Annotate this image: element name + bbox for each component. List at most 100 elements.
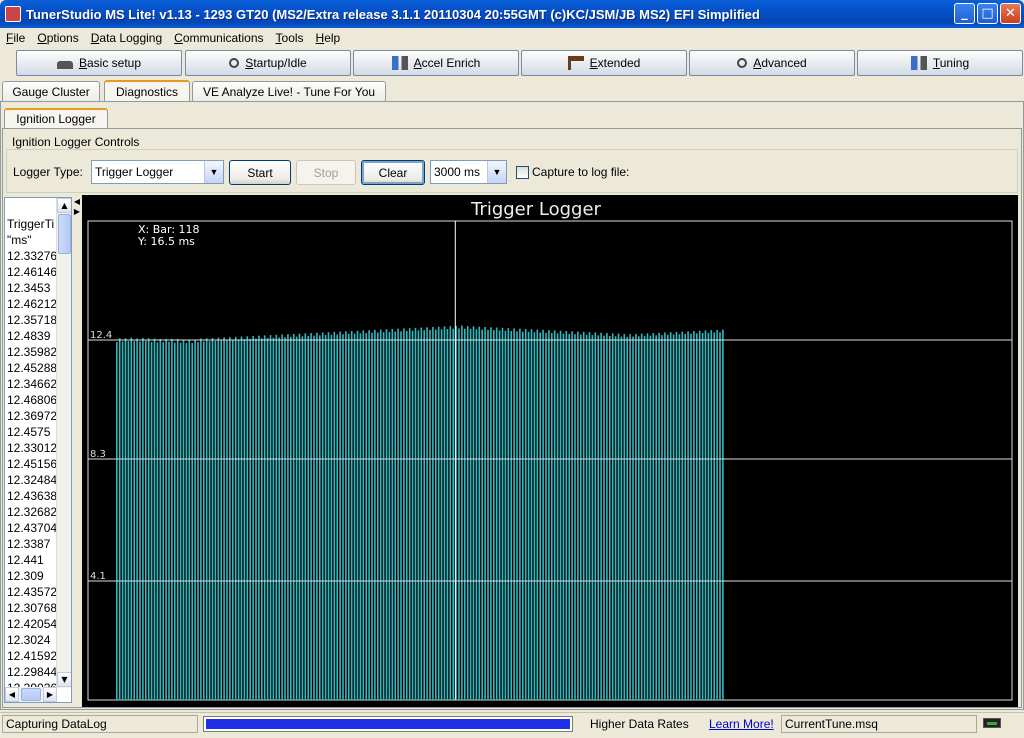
chart-bar	[379, 329, 382, 700]
menu-communications[interactable]: Communications	[168, 31, 269, 45]
menu-file[interactable]: File	[0, 31, 31, 45]
data-rates-text: Higher Data Rates	[590, 717, 689, 731]
logger-type-select[interactable]: Trigger Logger ▼	[91, 160, 224, 184]
horizontal-scrollbar[interactable]: ◀ ▶	[5, 687, 57, 702]
scroll-right-icon[interactable]: ▶	[43, 687, 57, 702]
log-value-row: 12.46146	[7, 265, 57, 279]
chart-bar	[542, 329, 544, 700]
extended-button[interactable]: Extended	[521, 50, 687, 76]
chart-bar	[272, 337, 275, 700]
duration-value: 3000 ms	[434, 165, 481, 179]
log-value-row: 12.3387	[7, 537, 51, 551]
minimize-button[interactable]: _	[954, 3, 975, 24]
log-value-row: 12.441	[7, 553, 44, 567]
chart-bar	[603, 335, 605, 700]
chart-bar	[611, 333, 614, 700]
chart-bar	[321, 332, 324, 700]
advanced-button[interactable]: Advanced	[689, 50, 855, 76]
menu-data-logging[interactable]: Data Logging	[85, 31, 168, 45]
chart-bar	[553, 330, 556, 700]
chart-bar	[556, 333, 559, 700]
chart-bar	[130, 337, 133, 700]
tuning-button[interactable]: Tuning	[857, 50, 1023, 76]
chart-bar	[649, 335, 652, 700]
chart-bar	[229, 337, 231, 700]
maximize-button[interactable]: □	[977, 3, 998, 24]
chart-bar	[522, 331, 524, 700]
tab-diagnostics[interactable]: Diagnostics	[104, 80, 190, 101]
chart-bar	[475, 329, 478, 700]
chart-bar	[681, 331, 684, 700]
duration-select[interactable]: 3000 ms ▼	[430, 160, 507, 184]
chart-bar	[591, 335, 594, 700]
start-button[interactable]: Start	[229, 160, 291, 185]
chart-bar	[333, 331, 336, 700]
chart-bar	[710, 330, 713, 700]
chart-bar	[696, 333, 698, 700]
log-value-row: 12.32682	[7, 505, 57, 519]
accel-enrich-button[interactable]: Accel Enrich	[353, 50, 519, 76]
log-values-list[interactable]: TriggerTi "ms" 12.33276 12.46146 12.3453 12…	[4, 197, 72, 703]
chart-bar	[220, 340, 222, 700]
chart-bar	[191, 342, 193, 700]
hscroll-thumb[interactable]	[21, 688, 41, 701]
chart-bar	[536, 329, 539, 700]
chart-bar	[420, 327, 423, 700]
menu-help[interactable]: Help	[310, 31, 347, 45]
chart-bar	[614, 336, 617, 700]
chart-bar	[571, 331, 573, 700]
chart-bar	[565, 331, 568, 700]
chart-bar	[548, 330, 550, 700]
basic-setup-button[interactable]: Basic setup	[16, 50, 182, 76]
chart-bar	[713, 332, 715, 700]
learn-more-link[interactable]: Learn More!	[709, 717, 774, 731]
chart-bar	[237, 339, 240, 700]
chart-bar	[116, 342, 118, 700]
chart-bar	[327, 332, 330, 700]
startup-idle-button[interactable]: Startup/Idle	[185, 50, 351, 76]
cursor-readout: Y: 16.5 ms	[137, 235, 195, 248]
chevron-down-icon[interactable]: ▼	[487, 161, 506, 183]
log-values: TriggerTi "ms" 12.33276 12.46146 12.3453 12…	[7, 216, 57, 696]
tab-ignition-logger[interactable]: Ignition Logger	[4, 108, 108, 128]
chart-bar	[646, 333, 649, 700]
close-button[interactable]: ✕	[1000, 3, 1021, 24]
log-value-row: 12.34662	[7, 377, 57, 391]
log-value-row: 12.43704	[7, 521, 57, 535]
log-value-row: 12.45156	[7, 457, 57, 471]
trigger-logger-chart[interactable]: Trigger Logger 12.4 8.3 4.1 X: Bar: 118 Y: 16…	[82, 195, 1018, 707]
vertical-scrollbar[interactable]: ▲ ▼	[56, 198, 71, 688]
chart-bar	[301, 336, 304, 700]
chart-bar	[269, 335, 272, 700]
chart-bar	[507, 328, 510, 700]
stop-button[interactable]: Stop	[296, 160, 356, 185]
menu-tools[interactable]: Tools	[270, 31, 310, 45]
tab-gauge-cluster[interactable]: Gauge Cluster	[2, 81, 100, 101]
scroll-down-icon[interactable]: ▼	[57, 672, 71, 687]
chart-bar	[313, 335, 315, 700]
log-value-row: 12.3024	[7, 633, 51, 647]
wrench-icon	[229, 58, 240, 68]
scroll-thumb[interactable]	[58, 214, 71, 254]
chart-bar	[414, 327, 417, 700]
menu-options[interactable]: Options	[31, 31, 84, 45]
scroll-up-icon[interactable]: ▲	[57, 198, 71, 213]
chart-bar	[362, 330, 365, 700]
collapse-left-icon[interactable]: ◀	[73, 197, 81, 207]
y-tick-label: 8.3	[90, 449, 106, 460]
capture-log-checkbox[interactable]	[516, 166, 529, 179]
hammer-icon	[567, 56, 584, 70]
chart-bar	[127, 341, 130, 700]
chart-bar	[487, 329, 489, 700]
collapse-right-icon[interactable]: ▶	[73, 207, 81, 217]
log-value-row: 12.46212	[7, 297, 57, 311]
scroll-left-icon[interactable]: ◀	[5, 687, 19, 702]
chevron-down-icon[interactable]: ▼	[204, 161, 223, 183]
clear-button[interactable]: Clear	[361, 160, 425, 185]
chart-bar	[693, 331, 695, 700]
splitter[interactable]: ◀ ▶	[73, 197, 81, 703]
tab-ve-analyze[interactable]: VE Analyze Live! - Tune For You	[192, 81, 386, 101]
log-value-row: 12.4839	[7, 329, 51, 343]
chart-bar	[185, 342, 188, 700]
chart-bar	[582, 331, 585, 700]
